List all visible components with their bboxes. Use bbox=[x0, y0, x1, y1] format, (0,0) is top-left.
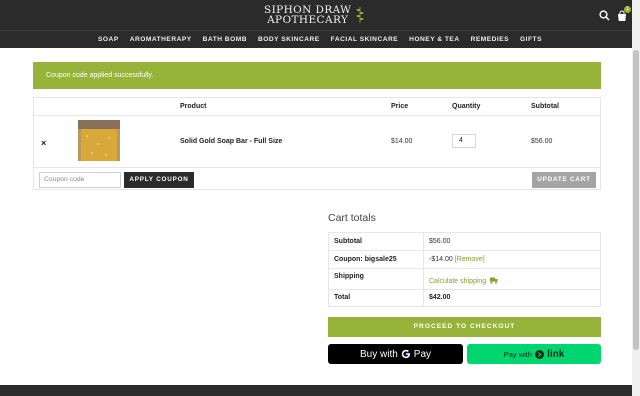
calculate-shipping-link[interactable]: Calculate shipping bbox=[429, 277, 498, 285]
link-brand-wordmark: link bbox=[547, 348, 565, 360]
shipping-label: Shipping bbox=[334, 273, 364, 280]
coupon-label: Coupon: bigsale25 bbox=[334, 256, 397, 263]
remove-coupon-link[interactable]: [Remove] bbox=[455, 256, 485, 263]
cart-button[interactable]: 1 bbox=[616, 6, 631, 21]
site-header: SIPHON DRAW APOTHECARY 1 SOAP AROMATHERA… bbox=[0, 0, 640, 48]
header-divider bbox=[34, 115, 600, 116]
main-nav: SOAP AROMATHERAPY BATH BOMB BODY SKINCAR… bbox=[0, 30, 640, 48]
link-logo-icon bbox=[535, 349, 545, 359]
nav-item-soap[interactable]: SOAP bbox=[98, 36, 119, 43]
cart-table: Product Price Quantity Subtotal × Solid … bbox=[33, 97, 601, 190]
nav-item-aromatherapy[interactable]: AROMATHERAPY bbox=[130, 36, 192, 43]
scrollbar-thumb[interactable] bbox=[633, 50, 639, 350]
apply-coupon-button[interactable]: APPLY COUPON bbox=[124, 172, 194, 188]
nav-item-facial-skincare[interactable]: FACIAL SKINCARE bbox=[331, 36, 398, 43]
soap-speck bbox=[108, 137, 110, 139]
soap-speck bbox=[105, 154, 107, 156]
gpay-prefix: Buy with bbox=[359, 348, 398, 360]
soap-speck bbox=[91, 152, 93, 154]
cart-totals-table: Subtotal $56.00 Coupon: bigsale25 -$14.0… bbox=[328, 232, 601, 307]
search-icon[interactable] bbox=[599, 9, 610, 21]
product-subtotal: $56.00 bbox=[531, 138, 553, 145]
column-header-quantity: Quantity bbox=[452, 103, 481, 110]
totals-row-subtotal: Subtotal $56.00 bbox=[329, 233, 600, 251]
soap-speck bbox=[97, 143, 99, 145]
coupon-code-input[interactable]: Coupon code bbox=[39, 172, 121, 188]
soap-wrapper-top bbox=[78, 120, 120, 129]
totals-row-total: Total $42.00 bbox=[329, 290, 600, 306]
column-header-price: Price bbox=[391, 103, 409, 110]
subtotal-label: Subtotal bbox=[334, 238, 362, 245]
leaf-sprig-icon bbox=[356, 7, 364, 23]
nav-item-remedies[interactable]: REMEDIES bbox=[471, 36, 509, 43]
product-thumbnail[interactable] bbox=[78, 120, 120, 161]
truck-icon bbox=[490, 277, 498, 284]
google-g-icon bbox=[401, 349, 410, 359]
calculate-shipping-text: Calculate shipping bbox=[429, 278, 487, 285]
coupon-discount-amount: -$14.00 bbox=[429, 256, 453, 263]
site-logo[interactable]: SIPHON DRAW APOTHECARY bbox=[264, 5, 364, 25]
logo-line-2: APOTHECARY bbox=[267, 14, 349, 26]
gpay-brand: Pay bbox=[413, 348, 432, 360]
totals-row-coupon: Coupon: bigsale25 -$14.00 [Remove] bbox=[329, 251, 600, 269]
coupon-discount-value: -$14.00 [Remove] bbox=[429, 256, 485, 263]
total-value: $42.00 bbox=[429, 294, 451, 301]
totals-row-shipping: Shipping Calculate shipping bbox=[329, 269, 600, 290]
google-pay-button[interactable]: Buy with Pay bbox=[328, 344, 463, 364]
cart-totals-heading: Cart totals bbox=[328, 212, 376, 224]
subtotal-value: $56.00 bbox=[429, 238, 451, 245]
site-footer bbox=[0, 385, 632, 396]
link-pay-button[interactable]: Pay with link bbox=[467, 344, 601, 364]
proceed-to-checkout-button[interactable]: PROCEED TO CHECKOUT bbox=[328, 317, 601, 337]
column-header-subtotal: Subtotal bbox=[531, 103, 559, 110]
soap-speck bbox=[86, 135, 88, 137]
total-label: Total bbox=[334, 294, 351, 301]
nav-item-body-skincare[interactable]: BODY SKINCARE bbox=[258, 36, 320, 43]
coupon-success-notice: Coupon code applied successfully. bbox=[33, 62, 601, 89]
nav-item-gifts[interactable]: GIFTS bbox=[520, 36, 542, 43]
quantity-input[interactable]: 4 bbox=[452, 134, 476, 148]
column-header-product: Product bbox=[180, 103, 207, 110]
remove-item-button[interactable]: × bbox=[41, 138, 46, 148]
nav-item-honey-tea[interactable]: HONEY & TEA bbox=[409, 36, 459, 43]
nav-item-bath-bomb[interactable]: BATH BOMB bbox=[203, 36, 247, 43]
row-divider bbox=[34, 167, 600, 168]
update-cart-button[interactable]: UPDATE CART bbox=[532, 172, 596, 188]
soap-bar bbox=[81, 129, 117, 161]
page-scrollbar[interactable] bbox=[632, 0, 640, 396]
product-price: $14.00 bbox=[391, 138, 413, 145]
cart-count-badge: 1 bbox=[624, 6, 631, 13]
product-name-link[interactable]: Solid Gold Soap Bar - Full Size bbox=[180, 138, 282, 145]
logo-wordmark: SIPHON DRAW APOTHECARY bbox=[264, 5, 351, 26]
link-pay-prefix: Pay with bbox=[503, 349, 533, 359]
